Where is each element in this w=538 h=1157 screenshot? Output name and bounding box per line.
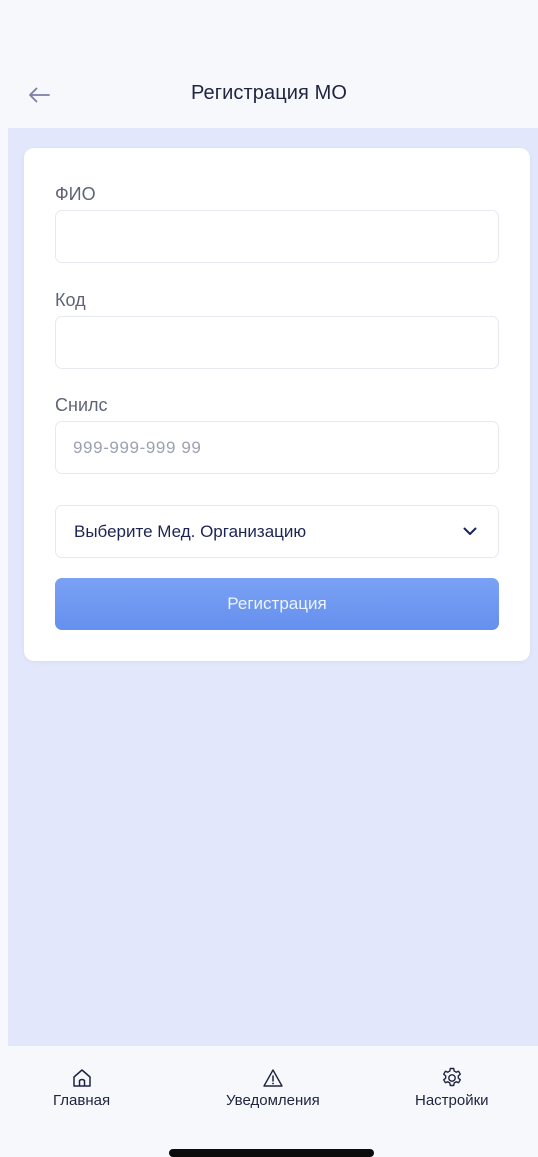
gear-icon bbox=[440, 1066, 464, 1090]
register-button[interactable]: Регистрация bbox=[55, 578, 499, 630]
home-icon bbox=[70, 1066, 94, 1090]
tab-notifications[interactable]: Уведомления bbox=[226, 1066, 320, 1109]
arrow-left-icon bbox=[29, 87, 50, 103]
tab-settings[interactable]: Настройки bbox=[415, 1066, 489, 1109]
fio-label: ФИО bbox=[55, 184, 96, 204]
bottom-tab-bar: Главная Уведомления Настройки bbox=[8, 1046, 538, 1157]
medical-organization-select[interactable]: Выберите Мед. Организацию bbox=[55, 505, 499, 558]
medical-organization-select-label: Выберите Мед. Организацию bbox=[74, 521, 307, 541]
tab-settings-label: Настройки bbox=[415, 1092, 489, 1109]
tab-notifications-label: Уведомления bbox=[226, 1092, 320, 1109]
registration-screen: Регистрация МО ФИО Код Снилс Выберите Ме… bbox=[0, 0, 538, 1157]
page-title: Регистрация МО bbox=[190, 81, 348, 104]
code-label: Код bbox=[55, 290, 86, 310]
home-indicator bbox=[169, 1149, 374, 1157]
tab-home[interactable]: Главная bbox=[53, 1066, 110, 1109]
main-content: ФИО Код Снилс Выберите Мед. Организацию … bbox=[8, 128, 538, 1046]
registration-form-card: ФИО Код Снилс Выберите Мед. Организацию … bbox=[24, 148, 530, 661]
back-button[interactable] bbox=[24, 80, 54, 110]
snils-label: Снилс bbox=[55, 395, 108, 415]
chevron-down-icon bbox=[462, 524, 478, 540]
header: Регистрация МО bbox=[0, 58, 538, 128]
fio-input[interactable] bbox=[55, 210, 499, 263]
tab-home-label: Главная bbox=[53, 1092, 111, 1109]
code-input[interactable] bbox=[55, 316, 499, 369]
snils-input[interactable] bbox=[55, 421, 499, 474]
warning-icon bbox=[261, 1066, 285, 1090]
